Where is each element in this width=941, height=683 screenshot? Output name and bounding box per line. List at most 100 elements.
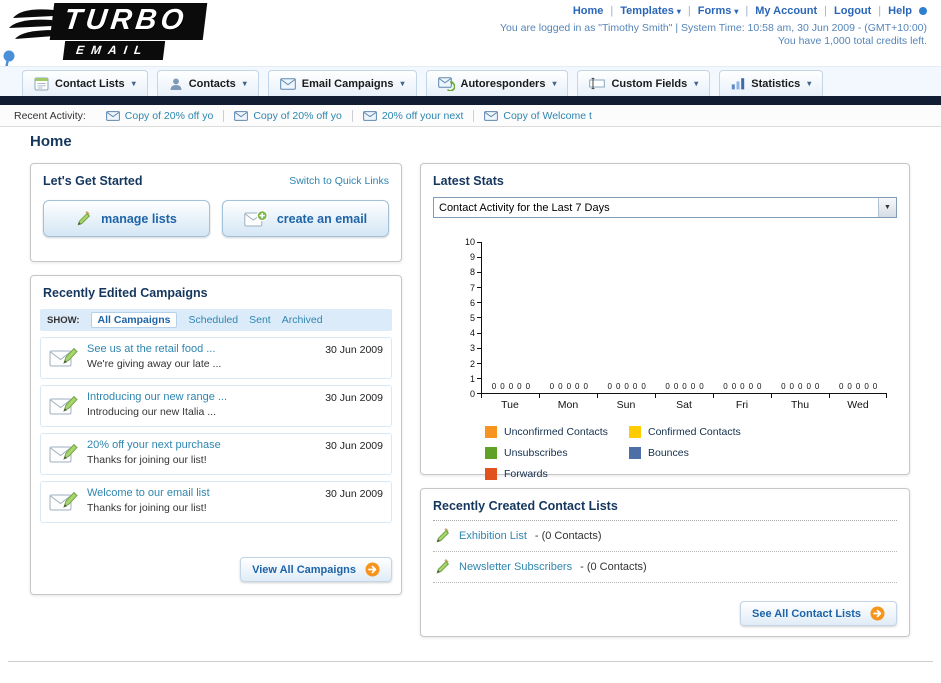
- contact-lists-title: Recently Created Contact Lists: [433, 499, 618, 513]
- legend-swatch: [485, 447, 497, 459]
- top-link-forms[interactable]: Forms ▾: [698, 5, 739, 17]
- contact-list-count: - (0 Contacts): [580, 561, 647, 573]
- link-separator: |: [824, 5, 828, 17]
- view-all-campaigns-label: View All Campaigns: [252, 563, 356, 576]
- bar-value-label: 0: [615, 382, 621, 391]
- campaign-title-link[interactable]: Welcome to our email list: [87, 487, 317, 499]
- bar-value-label: 0: [665, 382, 670, 391]
- recent-activity-item[interactable]: Copy of Welcome t: [474, 110, 602, 122]
- recent-activity-item[interactable]: Copy of 20% off yo: [224, 109, 353, 122]
- chevron-down-icon: ▾: [676, 6, 681, 16]
- top-link-templates[interactable]: Templates ▾: [620, 5, 681, 17]
- custom-fields-icon: [589, 77, 606, 90]
- switch-quick-links-link[interactable]: Switch to Quick Links: [289, 175, 389, 187]
- bar-value-label: 0: [864, 382, 869, 391]
- contact-lists-icon: [34, 77, 49, 91]
- pencil-icon: [435, 559, 451, 575]
- contact-list-link[interactable]: Newsletter Subscribers: [459, 561, 572, 573]
- nav-tab-custom-fields[interactable]: Custom Fields ▾: [577, 70, 711, 96]
- bar-value-label: 0: [673, 382, 679, 391]
- top-link-my-account[interactable]: My Account: [755, 5, 817, 17]
- campaign-info: Welcome to our email list Thanks for join…: [87, 487, 317, 514]
- campaign-filter-tabs: SHOW: All Campaigns Scheduled Sent Archived: [40, 309, 392, 331]
- campaign-title-link[interactable]: 20% off your next purchase: [87, 439, 317, 451]
- pencil-icon: [76, 210, 92, 227]
- bar-value-label: 0: [558, 382, 563, 391]
- campaign-subtitle: We're giving away our late ...: [87, 358, 222, 370]
- top-link-logout[interactable]: Logout: [834, 5, 871, 17]
- logo-title: TURBO: [49, 3, 208, 40]
- header: TURBO EMAIL Home | Templates ▾ | Forms ▾ | My Ac…: [0, 0, 941, 99]
- latest-stats-panel: Latest Stats Contact Activity for the La…: [420, 163, 910, 480]
- contact-list-link[interactable]: Exhibition List: [459, 530, 527, 542]
- see-all-contact-lists-button[interactable]: See All Contact Lists: [739, 601, 897, 626]
- bar-value-label: 0: [789, 382, 794, 391]
- contacts-icon: [169, 77, 183, 91]
- campaign-tab-all-campaigns[interactable]: All Campaigns: [90, 312, 178, 328]
- recent-activity-item[interactable]: 20% off your next: [353, 109, 475, 122]
- campaign-info: Introducing our new range ... Introducing…: [87, 391, 317, 418]
- legend-swatch: [485, 468, 497, 480]
- statistics-icon: [731, 77, 745, 90]
- x-axis-label: Fri: [713, 394, 771, 411]
- chart-bar-group: 00000: [598, 242, 656, 393]
- bar-value-label: 0: [699, 382, 704, 391]
- envelope-icon: [105, 110, 120, 121]
- view-all-campaigns-button[interactable]: View All Campaigns: [240, 557, 392, 582]
- campaign-title-link[interactable]: Introducing our new range ...: [87, 391, 317, 403]
- bar-value-label: 0: [491, 382, 497, 391]
- legend-swatch: [629, 426, 641, 438]
- bar-value-label: 0: [607, 382, 612, 391]
- create-email-button[interactable]: create an email: [222, 200, 389, 237]
- campaign-subtitle: Thanks for joining our list!: [87, 454, 207, 466]
- nav-tab-contact-lists[interactable]: Contact Lists ▾: [22, 70, 148, 96]
- campaign-title-link[interactable]: See us at the retail food ...: [87, 343, 317, 355]
- recent-activity-item[interactable]: Copy of 20% off yo: [96, 109, 225, 122]
- bar-value-label: 0: [690, 382, 696, 391]
- nav-tab-label: Statistics: [751, 77, 801, 90]
- bar-value-label: 0: [641, 382, 646, 391]
- envelope-pencil-icon: [49, 489, 79, 513]
- help-indicator-icon: [919, 7, 927, 15]
- campaign-row: See us at the retail food ... We're givin…: [40, 337, 392, 379]
- nav-tab-email-campaigns[interactable]: Email Campaigns ▾: [267, 70, 417, 96]
- x-axis-label: Sat: [655, 394, 713, 411]
- recent-activity-item-label: Copy of Welcome t: [503, 109, 592, 122]
- contact-lists-footer: See All Contact Lists: [433, 593, 897, 626]
- nav-tab-autoresponders[interactable]: Autoresponders ▾: [425, 70, 569, 96]
- nav-tab-statistics[interactable]: Statistics ▾: [719, 70, 824, 96]
- chart-bar-group: 00000: [771, 242, 829, 393]
- campaign-tab-archived[interactable]: Archived: [282, 314, 323, 326]
- pencil-icon: [435, 528, 451, 544]
- arrow-right-icon: [365, 562, 380, 577]
- campaigns-title: Recently Edited Campaigns: [43, 286, 208, 300]
- manage-lists-button[interactable]: manage lists: [43, 200, 210, 237]
- nav-tab-contacts[interactable]: Contacts ▾: [156, 70, 259, 96]
- legend-swatch: [629, 447, 641, 459]
- bar-value-label: 0: [517, 382, 522, 391]
- nav-tab-label: Contact Lists: [55, 77, 125, 90]
- stats-period-select[interactable]: Contact Activity for the Last 7 Days ▼: [433, 197, 897, 218]
- footer-divider: [8, 661, 933, 662]
- get-started-panel: Let's Get Started Switch to Quick Links …: [30, 163, 402, 262]
- top-link-help[interactable]: Help: [888, 5, 912, 17]
- chart-bar-group: 00000: [482, 242, 540, 393]
- chart-plot-area: 10 9 8 7 6 5 4 3 2 1 0 000000000000000000000000000…: [459, 237, 897, 399]
- chart-bar-group: 00000: [540, 242, 598, 393]
- bar-value-label: 0: [814, 382, 820, 391]
- nav-divider-bar: [0, 96, 941, 105]
- chart-plot: 00000000000000000000000000000000000: [481, 242, 887, 394]
- logo-subtitle: EMAIL: [62, 41, 166, 60]
- bar-value-label: 0: [748, 382, 754, 391]
- campaign-tab-scheduled[interactable]: Scheduled: [188, 314, 238, 326]
- campaign-tab-sent[interactable]: Sent: [249, 314, 271, 326]
- chevron-down-icon: ▾: [552, 79, 557, 88]
- stats-period-value: Contact Activity for the Last 7 Days: [439, 201, 610, 214]
- campaigns-panel: Recently Edited Campaigns SHOW: All Camp…: [30, 275, 402, 595]
- link-separator: |: [745, 5, 749, 17]
- app-root: { "colors": { "accent_blue": "#1d64a8", …: [0, 0, 941, 683]
- campaign-date: 30 Jun 2009: [325, 488, 383, 500]
- create-email-label: create an email: [276, 211, 368, 226]
- top-link-home[interactable]: Home: [573, 5, 604, 17]
- latest-stats-title: Latest Stats: [433, 174, 504, 188]
